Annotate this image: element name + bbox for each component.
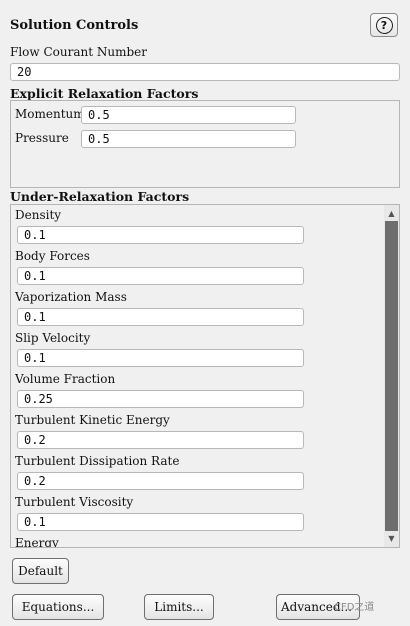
volume-fraction-input[interactable]: 0.25 (17, 390, 304, 408)
question-icon: ? (375, 16, 393, 34)
vaporization-mass-label: Vaporization Mass (15, 290, 127, 304)
turbulent-dissipation-rate-input[interactable]: 0.2 (17, 472, 304, 490)
energy-label: Energy (15, 536, 59, 548)
momentum-label: Momentum (15, 107, 85, 121)
explicit-relaxation-title: Explicit Relaxation Factors (10, 86, 199, 101)
under-relaxation-list[interactable]: Density 0.1 Body Forces 0.1 Vaporization… (10, 204, 400, 548)
scroll-down-icon[interactable]: ▼ (384, 531, 399, 546)
default-button[interactable]: Default (12, 558, 69, 584)
pressure-input[interactable]: 0.5 (81, 130, 296, 148)
turbulent-viscosity-input[interactable]: 0.1 (17, 513, 304, 531)
volume-fraction-label: Volume Fraction (15, 372, 116, 386)
slip-velocity-label: Slip Velocity (15, 331, 91, 345)
help-button[interactable]: ? (370, 13, 398, 37)
flow-courant-label: Flow Courant Number (10, 45, 147, 59)
vaporization-mass-input[interactable]: 0.1 (17, 308, 304, 326)
slip-velocity-input[interactable]: 0.1 (17, 349, 304, 367)
turbulent-viscosity-label: Turbulent Viscosity (15, 495, 134, 509)
scroll-thumb[interactable] (385, 221, 398, 531)
momentum-input[interactable]: 0.5 (81, 106, 296, 124)
panel-title: Solution Controls (10, 18, 139, 33)
limits-button[interactable]: Limits... (144, 594, 214, 620)
pressure-label: Pressure (15, 131, 69, 145)
body-forces-label: Body Forces (15, 249, 90, 263)
density-label: Density (15, 208, 62, 222)
watermark-text: CFD之道 (334, 602, 375, 613)
under-relaxation-title: Under-Relaxation Factors (10, 189, 190, 204)
explicit-relaxation-group: Momentum 0.5 Pressure 0.5 (10, 100, 400, 188)
turbulent-dissipation-rate-label: Turbulent Dissipation Rate (15, 454, 180, 468)
flow-courant-input[interactable]: 20 (10, 63, 400, 81)
turbulent-kinetic-energy-label: Turbulent Kinetic Energy (15, 413, 170, 427)
body-forces-input[interactable]: 0.1 (17, 267, 304, 285)
scroll-up-icon[interactable]: ▲ (384, 206, 399, 221)
vertical-scrollbar[interactable]: ▲ ▼ (384, 205, 399, 547)
equations-button[interactable]: Equations... (12, 594, 104, 620)
turbulent-kinetic-energy-input[interactable]: 0.2 (17, 431, 304, 449)
density-input[interactable]: 0.1 (17, 226, 304, 244)
